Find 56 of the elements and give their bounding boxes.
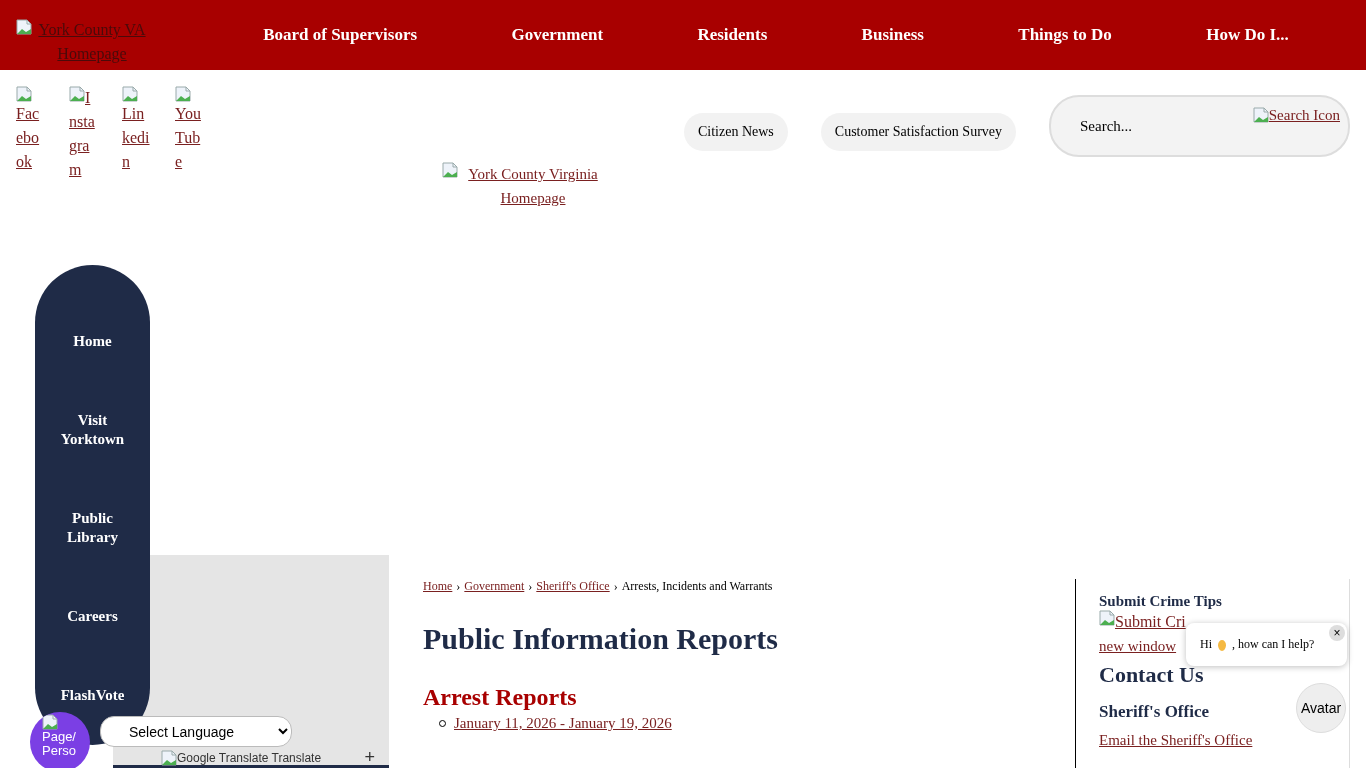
breadcrumb-current: Arrests, Incidents and Warrants [621,579,773,594]
close-button[interactable]: × [1329,625,1345,641]
search-link[interactable]: Search Icon [1252,107,1340,124]
chat-greeting: Hi [1200,637,1212,652]
chat-avatar-button[interactable]: Avatar [1296,683,1346,733]
social-link[interactable]: Linkedin [122,102,150,174]
breadcrumb-separator: › [613,579,618,594]
broken-image-icon [1099,610,1115,626]
breadcrumb-link[interactable]: Home [423,579,453,594]
chat-message: , how can I help? [1232,637,1315,652]
translate-label: Google Translate Translate [177,751,322,765]
side-nav-item[interactable]: Public Library [52,509,133,547]
broken-image-icon [16,86,32,102]
nav-link[interactable]: Board of Supervisors [263,25,418,45]
page-person-button[interactable]: Page/ Perso [30,712,90,768]
quick-link[interactable]: Customer Satisfaction Survey [820,113,1017,151]
side-nav-item[interactable]: Careers [52,607,133,626]
report-link[interactable]: January 11, 2026 - January 19, 2026 [454,715,672,732]
broken-image-icon [442,162,458,178]
expand-icon[interactable]: + [364,747,375,768]
office-heading: Sheriff's Office [1099,702,1209,722]
nav-link[interactable]: Business [861,25,924,45]
social-link[interactable]: YouTube [175,102,203,174]
side-nav-item[interactable]: Visit Yorktown [52,411,133,449]
social-link[interactable]: Instagram [69,86,97,182]
breadcrumb-separator: › [528,579,533,594]
sidebar-heading: Submit Crime Tips [1099,593,1223,610]
page-person-label: Page/ [42,730,77,744]
broken-image-icon [161,750,177,766]
nav-link[interactable]: Government [511,25,604,45]
breadcrumb-link[interactable]: Government [464,579,525,594]
site-logo-link[interactable]: York County Virginia Homepage [458,162,608,210]
nav-link[interactable]: Things to Do [1018,25,1112,45]
crime-tips-link[interactable]: new window [1099,634,1177,658]
crime-tips-link[interactable]: Submit Cri [1115,613,1186,630]
search-field[interactable]: Search... Search Icon [1049,95,1350,157]
broken-image-icon [16,19,32,35]
nav-link[interactable]: How Do I... [1206,25,1289,45]
breadcrumb-separator: › [456,579,461,594]
side-nav-item[interactable]: Home [52,332,133,351]
broken-image-icon [122,86,138,102]
breadcrumb-link[interactable]: Sheriff's Office [536,579,610,594]
email-link[interactable]: Email the Sheriff's Office [1099,728,1253,752]
side-nav-item[interactable]: FlashVote [52,686,133,705]
page-person-label: Perso [42,744,77,758]
broken-image-icon [42,714,58,730]
language-select[interactable]: Select Language [100,716,292,747]
social-link[interactable]: Facebook [16,102,44,174]
nav-link[interactable]: Residents [697,25,768,45]
broken-image-icon [69,86,85,102]
chat-bubble[interactable]: Hi , how can I help? × [1186,623,1347,666]
broken-image-icon [175,86,191,102]
quick-link[interactable]: Citizen News [684,113,788,151]
section-heading: Arrest Reports [423,684,578,711]
page-title: Public Information Reports [423,622,779,656]
broken-image-icon [1252,107,1269,123]
